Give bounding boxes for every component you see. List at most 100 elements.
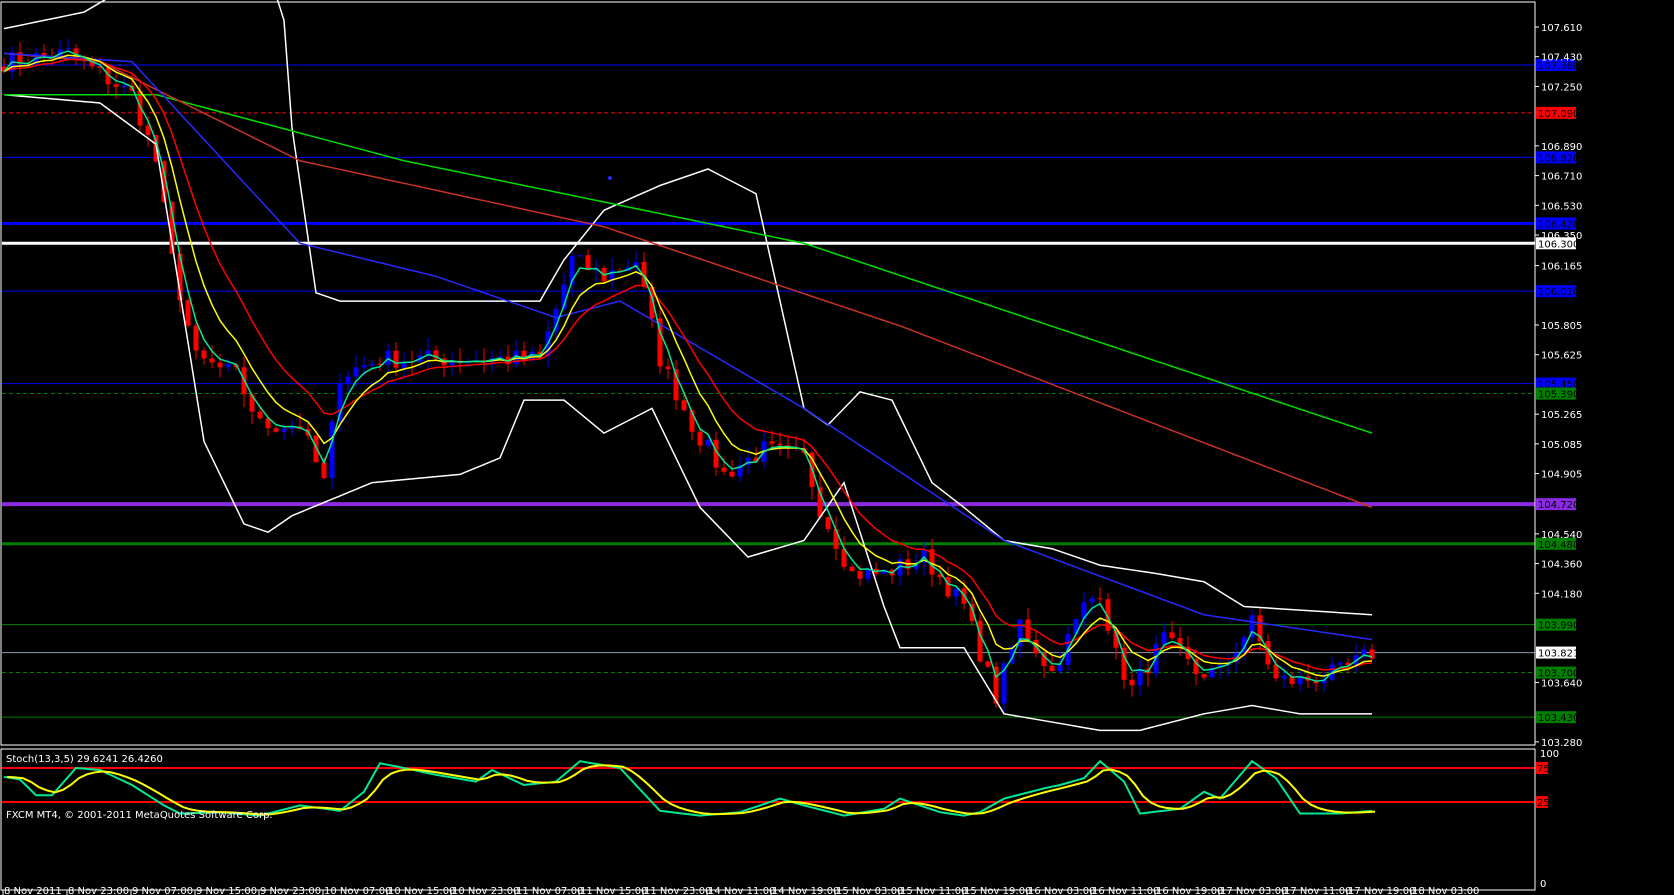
candle-body [257,411,263,419]
candle-body [1089,598,1095,603]
time-tick-label: 15 Nov 19:00 [964,886,1031,895]
time-tick-label: 11 Nov 15:00 [580,886,647,895]
price-level-tag-text: 103.990 [1538,621,1579,632]
stochastic-label: Stoch(13,3,5) 29.6241 26.4260 [6,754,163,765]
time-tick-label: 16 Nov 11:00 [1092,886,1159,895]
price-level-tag-text: 105.390 [1538,390,1579,401]
candle-body [1337,662,1343,665]
time-tick-label: 17 Nov 03:00 [1220,886,1287,895]
candle-body [185,300,191,326]
price-tick-label: 107.430 [1541,53,1582,64]
candle-body [1049,665,1055,672]
time-tick-label: 16 Nov 03:00 [1028,886,1095,895]
candle-body [1129,679,1135,686]
candle-body [1097,598,1103,600]
price-level-tag-text: 104.720 [1538,500,1579,511]
candle-body [1369,649,1375,659]
candle-body [705,439,711,446]
copyright-label: FXCM MT4, © 2001-2011 MetaQuotes Softwar… [6,810,273,821]
price-tick-label: 103.280 [1541,738,1582,749]
price-level-tag-text: 104.480 [1538,540,1579,551]
candle-body [193,325,199,351]
stochastic-level-tag-text: 75 [1537,764,1550,775]
candle-body [361,365,367,368]
price-tick-label: 106.165 [1541,262,1582,273]
stochastic-scale-label: 100 [1540,749,1559,760]
indicator-dot [608,176,612,180]
candle-body [337,384,343,422]
price-tick-label: 106.530 [1541,201,1582,212]
candle-body [113,84,119,87]
price-tick-label: 104.540 [1541,530,1582,541]
candle-body [281,428,287,432]
candle-body [273,428,279,432]
candle-body [217,362,223,368]
candle-body [697,431,703,446]
candle-body [681,400,687,411]
price-level-tag-text: 106.420 [1538,219,1579,230]
candle-body [1169,632,1175,639]
candle-body [353,367,359,377]
time-tick-label: 9 Nov 15:00 [196,886,257,895]
candle-body [345,376,351,385]
candle-body [833,528,839,549]
candle-body [857,571,863,579]
time-tick-label: 14 Nov 11:00 [708,886,775,895]
time-tick-label: 16 Nov 19:00 [1156,886,1223,895]
candle-body [777,443,783,446]
stochastic-level-tag-text: 25 [1537,798,1550,809]
price-tick-label: 106.350 [1541,231,1582,242]
candle-body [65,48,71,50]
price-tick-label: 104.360 [1541,560,1582,571]
time-tick-label: 17 Nov 19:00 [1348,886,1415,895]
time-tick-label: 15 Nov 03:00 [836,886,903,895]
candle-body [849,566,855,572]
chart-background [0,0,1674,895]
time-tick-label: 8 Nov 23:00 [68,886,129,895]
price-tick-label: 104.905 [1541,470,1582,481]
candle-body [825,517,831,529]
candle-body [385,350,391,365]
price-level-tag-text: 106.010 [1538,287,1579,298]
price-level-tag-text: 106.820 [1538,153,1579,164]
price-tick-label: 104.180 [1541,589,1582,600]
price-level-tag-text: 103.821 [1538,649,1579,660]
price-tick-label: 107.250 [1541,82,1582,93]
mt4-chart[interactable]: 107.380107.090106.820106.420106.300106.0… [0,0,1674,895]
candle-body [721,467,727,472]
time-tick-label: 10 Nov 07:00 [324,886,391,895]
stochastic-scale-label: 0 [1540,879,1546,890]
candle-body [577,255,583,257]
price-tick-label: 103.640 [1541,678,1582,689]
time-tick-label: 14 Nov 19:00 [772,886,839,895]
candle-body [769,441,775,444]
candle-body [201,350,207,359]
time-tick-label: 8 Nov 2011 [4,886,62,895]
time-tick-label: 11 Nov 23:00 [644,886,711,895]
candle-body [1161,632,1167,645]
candle-body [729,471,735,477]
candle-body [369,363,375,366]
candle-body [329,421,335,479]
candle-body [1201,674,1207,678]
price-tick-label: 105.625 [1541,351,1582,362]
candle-body [209,358,215,363]
time-tick-label: 11 Nov 07:00 [516,886,583,895]
time-tick-label: 15 Nov 11:00 [900,886,967,895]
price-level-tag-text: 107.090 [1538,109,1579,120]
price-tick-label: 105.085 [1541,440,1582,451]
candle-body [1025,619,1031,641]
time-tick-label: 10 Nov 23:00 [452,886,519,895]
candle-body [1057,664,1063,672]
time-tick-label: 9 Nov 07:00 [132,886,193,895]
candle-body [1137,668,1143,686]
time-tick-label: 10 Nov 15:00 [388,886,455,895]
price-tick-label: 106.890 [1541,142,1582,153]
candle-body [953,588,959,597]
candle-body [585,255,591,271]
price-tick-label: 105.265 [1541,410,1582,421]
candle-body [393,350,399,368]
price-level-tag-text: 103.430 [1538,713,1579,724]
time-tick-label: 9 Nov 23:00 [260,886,321,895]
time-tick-label: 18 Nov 03:00 [1412,886,1479,895]
